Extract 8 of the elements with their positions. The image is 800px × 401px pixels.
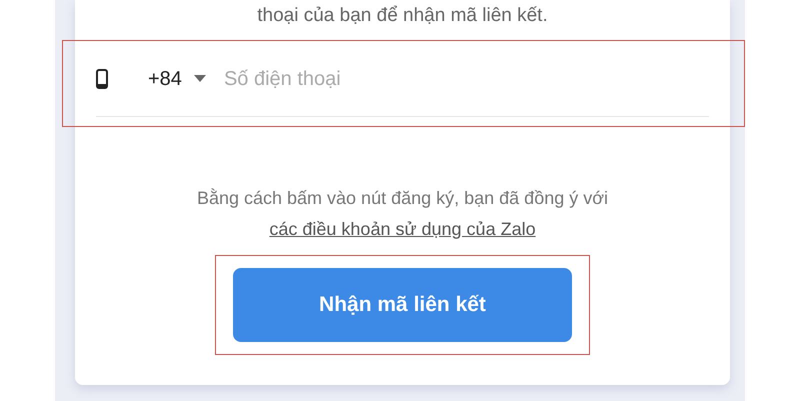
terms-text: Bằng cách bấm vào nút đăng ký, bạn đã đồng ý với các điều khoản sử dụng của Zalo: [196, 187, 610, 241]
country-code[interactable]: +84: [148, 64, 182, 94]
caret-icon[interactable]: [194, 75, 206, 82]
phone-input-field[interactable]: +84 Số điện thoại: [96, 41, 709, 117]
get-code-button[interactable]: Nhận mã liên kết: [233, 268, 572, 342]
terms-link[interactable]: các điều khoản sử dụng của Zalo: [269, 219, 536, 239]
phone-icon: [96, 68, 108, 88]
instruction-text: thoại của bạn để nhận mã liên kết.: [256, 4, 549, 28]
